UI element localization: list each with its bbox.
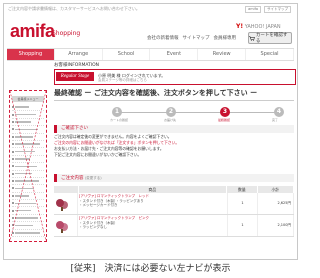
product-subtotal: 2,625円 [258, 193, 294, 214]
amifa-logo[interactable]: amifa [10, 21, 55, 42]
order-table-header: 商品 数量 小計 [54, 186, 294, 193]
nav-review[interactable]: Review [198, 49, 247, 60]
browser-screenshot-frame: ご注文内容や請求書情報は、カスタマーサービスへお問い合わせ下さい。 amifa … [3, 3, 298, 260]
product-option: ・メッセージカード付き [79, 202, 118, 207]
nav-event[interactable]: Event [150, 49, 199, 60]
util-link-sitemap[interactable]: サイトマップ [183, 35, 210, 41]
nav-arrange[interactable]: Arrange [55, 49, 103, 60]
title-divider [54, 100, 294, 101]
step-4-label: 完了 [272, 118, 279, 122]
col-header-subtotal: 小計 [258, 186, 294, 193]
table-row: [アリヴァ] ロマンティックトランプ ピンク ・スタンド付き（木製） ・ラッピングな… [54, 215, 294, 237]
product-detail-cell: [アリヴァ] ロマンティックトランプ ピンク ・スタンド付き（木製） ・ラッピングな… [78, 215, 228, 236]
header-notice: ご注文内容や請求書情報は、カスタマーサービスへお問い合わせ下さい。 [8, 6, 140, 11]
regular-stage-badge: Regular Stage [56, 72, 94, 81]
product-thumbnail[interactable] [55, 197, 69, 211]
warning-title: ご確認下さい [61, 126, 88, 131]
nav-special[interactable]: Special [246, 49, 294, 60]
col-header-product: 商品 [79, 186, 228, 193]
left-sidebar-nav: 会員様メニュー [9, 90, 47, 242]
util-link-member[interactable]: 会員様専用 [214, 35, 237, 41]
util-link-news[interactable]: 会社の新着情報 [147, 35, 179, 41]
order-section-title: ご注文内容 [61, 176, 84, 181]
product-option: ・ラッピングなし [79, 224, 107, 229]
product-image-cell [54, 193, 78, 214]
step-1-circle: 1 [112, 107, 122, 117]
step-3-circle: 3 [220, 107, 230, 117]
member-info-label: お客様INFORMATION [54, 63, 100, 68]
view-cart-button[interactable]: カートを確認する [248, 32, 292, 44]
global-nav: Shopping Arrange School Event Review Spe… [7, 48, 294, 61]
nav-school[interactable]: School [103, 49, 151, 60]
cross-out-icon [10, 91, 46, 241]
product-qty: 1 [228, 215, 258, 236]
top-links: amifa サイトマップ [245, 6, 291, 13]
product-detail-cell: [アリヴァ] ロマンティックトランプ レッド ・スタンド付き（木製）・ラッピングあ… [78, 193, 228, 214]
step-connector [118, 112, 282, 113]
member-info-box: Regular Stage 小原 明美 様 ログインされています。 会員ステージ… [54, 69, 296, 85]
nav-shopping[interactable]: Shopping [7, 49, 55, 60]
yahoo-japan-logo[interactable]: Y! YAHOO! JAPAN [236, 23, 281, 30]
logo-shopping-label: Shopping [52, 30, 81, 37]
view-cart-label: カートを確認する [255, 33, 288, 44]
checkout-steps: 1 カートの確認 2 お届け先 3 最終確認 4 完了 [110, 107, 288, 123]
order-edit-link[interactable]: (変更する) [85, 176, 102, 180]
col-header-qty: 数量 [227, 186, 258, 193]
product-qty: 1 [228, 193, 258, 214]
yahoo-prefix: Y! [236, 23, 244, 30]
warning-section-header: ご確認下さい [54, 125, 294, 133]
product-image-cell [54, 215, 78, 236]
top-link-sitemap[interactable]: サイトマップ [264, 6, 291, 13]
step-4-circle: 4 [274, 107, 284, 117]
step-2-circle: 2 [166, 107, 176, 117]
order-rows: [アリヴァ] ロマンティックトランプ レッド ・スタンド付き（木製）・ラッピングあ… [54, 193, 294, 237]
page-title: 最終確認 ー ご注文内容を確認後、注文ボタンを押して下さい ー [54, 89, 258, 97]
cart-icon [249, 35, 255, 41]
member-stage-link[interactable]: 会員ステージ等の詳細はこちら [98, 78, 147, 83]
table-row: [アリヴァ] ロマンティックトランプ レッド ・スタンド付き（木製）・ラッピングあ… [54, 193, 294, 215]
product-subtotal: 2,100円 [258, 215, 294, 236]
step-1-label: カートの確認 [110, 118, 129, 122]
figure-caption: [従来] 決済には必要ない左ナビが表示 [70, 264, 231, 274]
order-table: 商品 数量 小計 [アリヴァ] ロマンティックトランプ レッド ・スタンド付き（木… [54, 186, 294, 237]
order-section-header: ご注文内容 (変更する) [54, 174, 294, 182]
top-link-amifa[interactable]: amifa [245, 6, 261, 13]
product-thumbnail[interactable] [55, 219, 69, 233]
warning-line-4: 下記ご注文内容にお間違いがないかご確認下さい。 [54, 152, 142, 157]
utility-links: 会社の新着情報 サイトマップ 会員様専用 [147, 35, 236, 41]
warning-box: ご注文内容は確定後の変更ができません。内容をよくご確認下さい。 ご注文の内容にお… [54, 134, 294, 166]
step-2-label: お届け先 [164, 118, 177, 122]
step-3-label: 最終確認 [218, 118, 231, 122]
col-header-image [54, 186, 79, 193]
yahoo-text: YAHOO! JAPAN [244, 24, 281, 30]
